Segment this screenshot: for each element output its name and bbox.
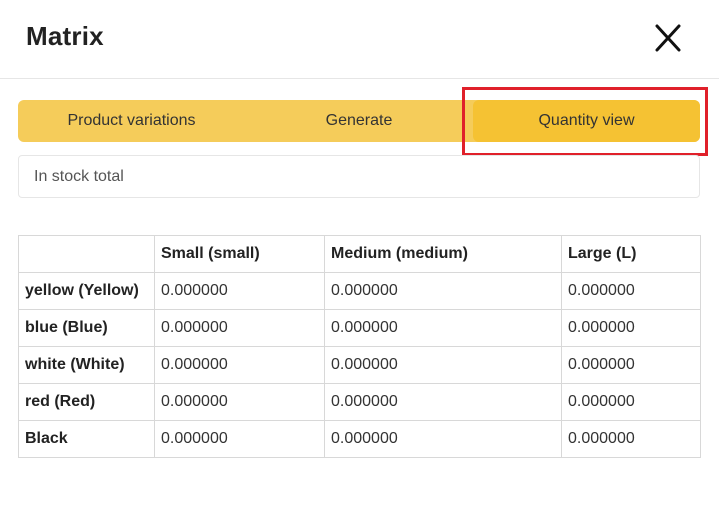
quantity-cell[interactable]: 0.000000 — [324, 309, 562, 347]
column-header: Large (L) — [561, 235, 701, 273]
quantity-cell[interactable]: 0.000000 — [154, 420, 325, 458]
matrix-tabs: Product variations Generate Quantity vie… — [18, 100, 700, 142]
dialog-title: Matrix — [26, 21, 104, 51]
in-stock-total-box: In stock total — [18, 155, 700, 198]
tab-quantity-view[interactable]: Quantity view — [473, 100, 700, 142]
quantity-cell[interactable]: 0.000000 — [561, 383, 701, 421]
row-header: yellow (Yellow) — [18, 272, 155, 310]
quantity-cell[interactable]: 0.000000 — [154, 346, 325, 384]
tab-product-variations[interactable]: Product variations — [18, 100, 245, 142]
quantity-matrix-table: Small (small) Medium (medium) Large (L) … — [18, 235, 701, 458]
table-row: red (Red) 0.000000 0.000000 0.000000 — [18, 383, 701, 421]
table-header-row: Small (small) Medium (medium) Large (L) — [18, 235, 701, 273]
quantity-cell[interactable]: 0.000000 — [561, 420, 701, 458]
quantity-cell[interactable]: 0.000000 — [324, 420, 562, 458]
in-stock-total-label: In stock total — [34, 168, 124, 185]
row-header: Black — [18, 420, 155, 458]
corner-cell — [18, 235, 155, 273]
tab-generate[interactable]: Generate — [245, 100, 473, 142]
quantity-cell[interactable]: 0.000000 — [324, 383, 562, 421]
row-header: blue (Blue) — [18, 309, 155, 347]
column-header: Small (small) — [154, 235, 325, 273]
dialog-header: Matrix — [0, 0, 719, 79]
quantity-cell[interactable]: 0.000000 — [561, 272, 701, 310]
table-row: white (White) 0.000000 0.000000 0.000000 — [18, 346, 701, 384]
row-header: red (Red) — [18, 383, 155, 421]
table-row: yellow (Yellow) 0.000000 0.000000 0.0000… — [18, 272, 701, 310]
close-button[interactable] — [648, 20, 688, 56]
column-header: Medium (medium) — [324, 235, 562, 273]
quantity-cell[interactable]: 0.000000 — [154, 309, 325, 347]
row-header: white (White) — [18, 346, 155, 384]
quantity-cell[interactable]: 0.000000 — [324, 346, 562, 384]
table-row: Black 0.000000 0.000000 0.000000 — [18, 420, 701, 458]
quantity-cell[interactable]: 0.000000 — [154, 272, 325, 310]
quantity-cell[interactable]: 0.000000 — [561, 309, 701, 347]
quantity-cell[interactable]: 0.000000 — [154, 383, 325, 421]
table-row: blue (Blue) 0.000000 0.000000 0.000000 — [18, 309, 701, 347]
quantity-cell[interactable]: 0.000000 — [561, 346, 701, 384]
quantity-cell[interactable]: 0.000000 — [324, 272, 562, 310]
close-icon — [655, 24, 681, 52]
